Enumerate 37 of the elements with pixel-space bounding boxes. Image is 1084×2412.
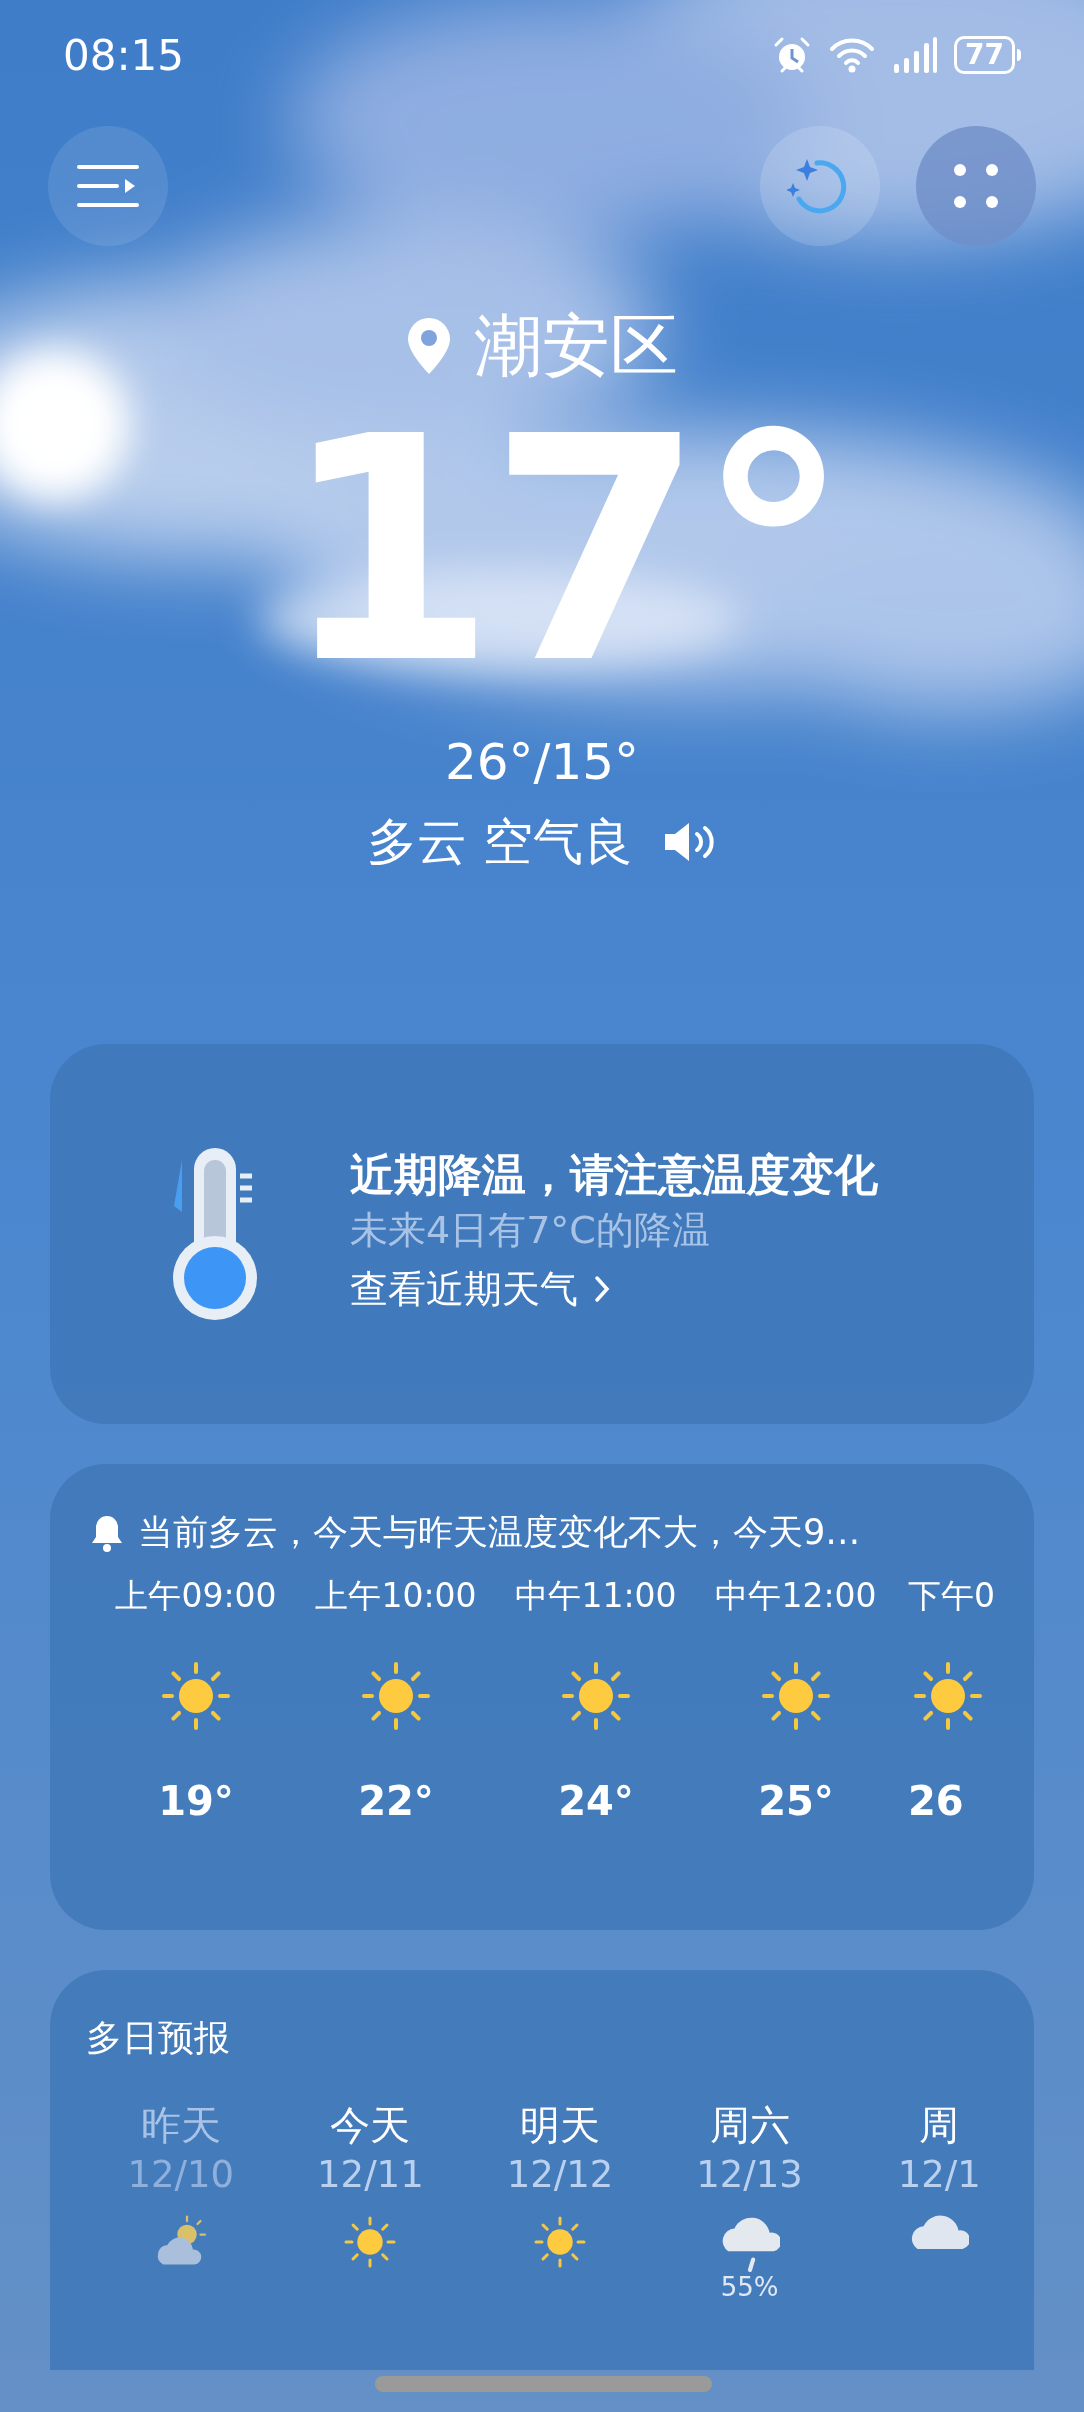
day-name: 明天 [520,2101,600,2150]
menu-icon [77,163,139,209]
weather-condition: 多云 空气良 [367,812,633,872]
daily-forecast-title: 多日预报 [86,2016,231,2060]
day-date: 12/13 [696,2152,803,2198]
alert-title: 近期降温，请注意温度变化 [350,1148,878,1202]
hour-temperature: 25° [758,1777,834,1826]
chevron-right-icon [594,1274,610,1304]
location-name: 潮安区 [474,306,678,386]
status-time: 08:15 [63,29,185,82]
day-date: 12/1 [897,2152,981,2198]
day-name: 周 [919,2101,960,2150]
hour-temperature: 24° [558,1777,634,1826]
view-recent-weather-link[interactable]: 查看近期天气 [350,1257,878,1321]
day-name: 今天 [330,2101,411,2150]
current-temperature: 17° [279,386,844,716]
weather-summary: 当前多云，今天与昨天温度变化不大，今天9… [138,1511,861,1554]
day-name: 周六 [709,2101,790,2150]
location-pin-icon [406,316,452,376]
high-low-temperature: 26°/15° [444,732,640,792]
hour-temperature: 26 [908,1777,964,1826]
hour-time: 下午0 [908,1575,995,1617]
day-date: 12/11 [317,2152,424,2198]
battery-indicator: 77 [954,36,1021,74]
signal-icon [892,36,939,74]
day-date: 12/12 [506,2152,614,2198]
day-date: 12/10 [127,2152,235,2198]
hour-temperature: 19° [158,1777,234,1826]
hour-temperature: 22° [358,1777,434,1826]
precipitation-chance: 55% [720,2272,779,2302]
hour-time: 上午10:00 [315,1575,477,1617]
hour-time: 中午11:00 [515,1575,677,1617]
hour-time: 中午12:00 [715,1575,877,1617]
hour-time: 上午09:00 [115,1575,277,1617]
alert-subtitle: 未来4日有7°C的降温 [350,1207,711,1254]
four-dots-icon [953,163,999,209]
day-name: 昨天 [140,2101,221,2150]
